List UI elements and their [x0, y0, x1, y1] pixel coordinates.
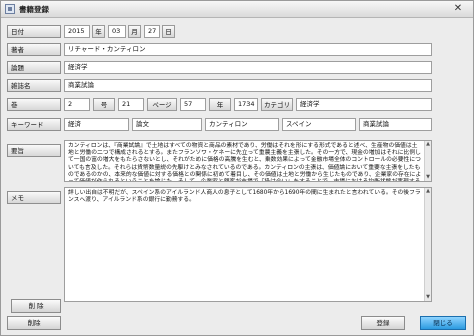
- number-label: 号: [93, 98, 115, 111]
- summary-text: カンティロンは、『商業試論』で土地はすべての物資と商品の素材であり、労働はそれを…: [68, 143, 422, 181]
- scroll-up-icon[interactable]: ▲: [425, 188, 431, 195]
- book-registration-window: 書籍登録 ✕ 日付 2015 年 03 月 27 日 著者 リチャード・カンティ…: [0, 0, 474, 336]
- volume-field[interactable]: 2: [64, 98, 90, 111]
- close-button[interactable]: 閉じる: [420, 316, 466, 330]
- pub-year-field[interactable]: 1734: [234, 98, 258, 111]
- month-field[interactable]: 03: [108, 25, 126, 38]
- memo-textarea[interactable]: 詳しい出自は不明だが、スペイン系のアイルランド人商人の息子として1680年から1…: [64, 187, 432, 302]
- month-unit: 月: [128, 25, 141, 38]
- category-label: カテゴリ: [261, 98, 293, 111]
- scroll-down-icon[interactable]: ▼: [425, 174, 431, 181]
- summary-label: 要旨: [7, 144, 61, 157]
- title-label: 論題: [7, 61, 61, 74]
- page-field[interactable]: 57: [180, 98, 206, 111]
- keyword-field-1[interactable]: 経済: [64, 118, 129, 131]
- category-field[interactable]: 経済学: [296, 98, 432, 111]
- scroll-down-icon[interactable]: ▼: [425, 294, 431, 301]
- keyword-field-3[interactable]: カンティロン: [205, 118, 279, 131]
- title-bar: 書籍登録 ✕: [1, 1, 473, 18]
- day-field[interactable]: 27: [144, 25, 160, 38]
- keyword-field-2[interactable]: 論文: [132, 118, 202, 131]
- register-button[interactable]: 登録: [361, 316, 405, 330]
- delete-button-upper[interactable]: 削 除: [11, 299, 61, 313]
- summary-scrollbar[interactable]: ▲ ▼: [424, 141, 431, 181]
- app-icon: [5, 4, 15, 14]
- delete-button[interactable]: 削除: [7, 316, 61, 330]
- title-field[interactable]: 経済学: [64, 61, 432, 74]
- close-window-icon[interactable]: ✕: [451, 2, 465, 16]
- keyword-field-4[interactable]: スペイン: [282, 118, 356, 131]
- magazine-label: 雑誌名: [7, 79, 61, 92]
- page-label: ページ: [147, 98, 177, 111]
- magazine-field[interactable]: 商業試論: [64, 79, 432, 92]
- keyword-field-5[interactable]: 商業試論: [359, 118, 432, 131]
- window-title: 書籍登録: [19, 5, 49, 14]
- memo-text: 詳しい出自は不明だが、スペイン系のアイルランド人商人の息子として1680年から1…: [68, 190, 421, 204]
- memo-scrollbar[interactable]: ▲ ▼: [424, 188, 431, 301]
- scroll-up-icon[interactable]: ▲: [425, 141, 431, 148]
- keywords-label: キーワード: [7, 118, 61, 131]
- summary-textarea[interactable]: カンティロンは、『商業試論』で土地はすべての物資と商品の素材であり、労働はそれを…: [64, 140, 432, 182]
- number-field[interactable]: 21: [118, 98, 144, 111]
- author-label: 著者: [7, 43, 61, 56]
- memo-label: メモ: [7, 191, 61, 204]
- pub-year-label: 年: [209, 98, 231, 111]
- author-field[interactable]: リチャード・カンティロン: [64, 43, 432, 56]
- year-unit: 年: [92, 25, 105, 38]
- date-label: 日付: [7, 25, 61, 38]
- volume-label: 巻: [7, 98, 61, 111]
- year-field[interactable]: 2015: [64, 25, 90, 38]
- day-unit: 日: [162, 25, 175, 38]
